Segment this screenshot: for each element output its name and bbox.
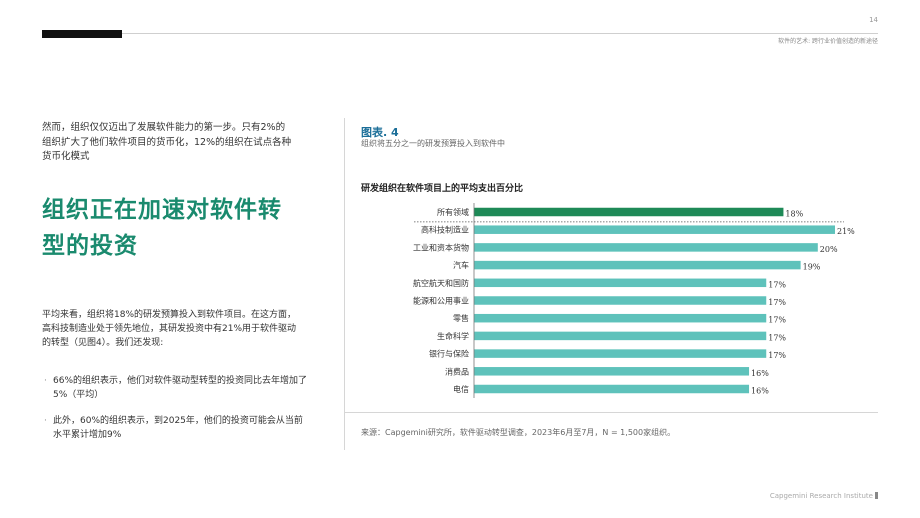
category-label: 生命科学 [437,331,469,341]
bar [474,331,767,341]
bar [474,243,818,252]
value-label: 16% [751,387,769,396]
category-label: 航空航天和国防 [413,278,469,288]
source-rule [345,412,878,413]
figure-caption: 组织将五分之一的研发预算投入到软件中 [361,139,505,148]
value-label: 17% [768,280,786,289]
bar [474,296,767,305]
finding-item: 此外，60%的组织表示，到2025年，他们的投资可能会从当前水平累计增加9% [44,414,310,442]
bar [474,225,835,234]
category-label: 银行与保险 [429,349,469,359]
category-label: 所有领域 [437,207,469,217]
category-label: 消费品 [445,366,469,376]
bar-chart: 所有领域 18% 高科技制造业 21% 工业和资本货物 20% 汽车 19% 航空航天和国防 17… [413,203,855,398]
findings-list: 66%的组织表示，他们对软件驱动型转型的投资同比去年增加了5%（平均） 此外，6… [44,374,310,454]
body-paragraph: 平均来看，组织将18%的研发预算投入到软件项目。在这方面，高科技制造业处于领先地… [42,310,297,348]
header-accent-bar [42,30,122,38]
bar [474,367,750,376]
section-headline: 组织正在加速对软件转型的投资 [42,197,282,259]
bar [474,207,784,217]
bar [474,260,801,270]
footer-brand-text: Capgemini Research Institute [769,492,873,500]
value-label: 19% [803,263,821,272]
document-subtitle: 软件的艺术: 跨行业价值创造的新途径 [778,38,878,45]
value-label: 17% [768,316,786,325]
category-label: 能源和公用事业 [413,296,469,306]
intro-text: 然而，组织仅仅迈出了发展软件能力的第一步。只有2%的组织扩大了他们软件项目的货币… [42,122,292,162]
header-rule [122,33,878,34]
value-label: 17% [768,351,786,360]
chart-title: 研发组织在软件项目上的平均支出百分比 [361,184,524,194]
footer-brand: Capgemini Research Institute [770,492,878,500]
bar [474,384,750,394]
source-note: 来源：Capgemini研究所，软件驱动转型调查，2023年6月至7月，N = … [361,428,676,437]
bar [474,313,767,323]
value-label: 17% [768,298,786,307]
category-label: 零售 [453,313,469,323]
bar [474,278,767,288]
category-label: 工业和资本货物 [413,242,469,252]
value-label: 18% [785,210,803,219]
value-label: 20% [820,245,838,254]
value-label: 21% [837,227,855,236]
value-label: 16% [751,369,769,378]
page-number: 14 [869,16,878,24]
finding-item: 66%的组织表示，他们对软件驱动型转型的投资同比去年增加了5%（平均） [44,374,310,402]
brand-mark-icon [875,492,878,499]
category-label: 汽车 [453,260,469,270]
bar [474,349,767,358]
category-label: 高科技制造业 [421,225,469,235]
value-label: 17% [768,333,786,342]
category-label: 电信 [453,384,469,394]
